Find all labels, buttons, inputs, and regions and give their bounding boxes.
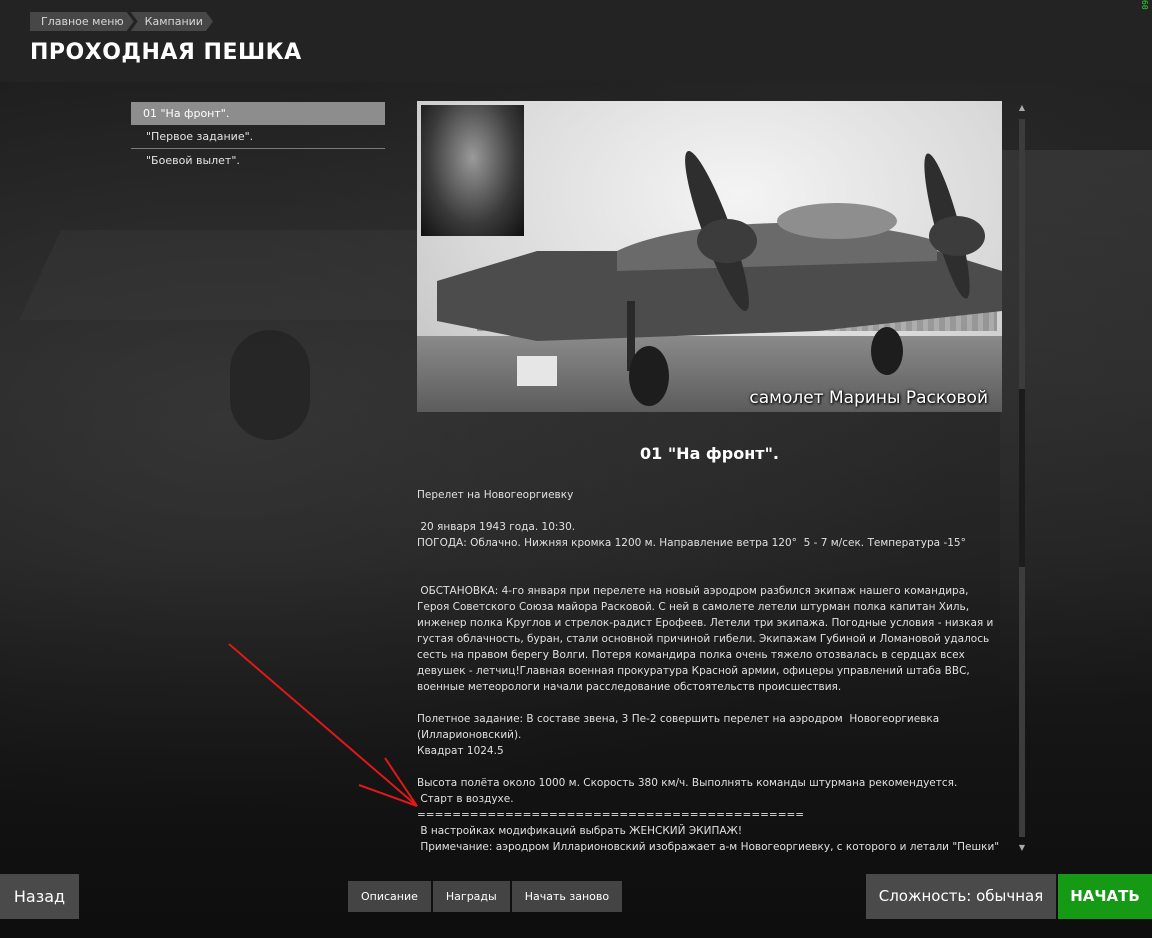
breadcrumb-main-menu[interactable]: Главное меню — [30, 12, 134, 31]
mission-item-3[interactable]: "Боевой вылет". — [131, 149, 385, 172]
breadcrumb-campaigns[interactable]: Кампании — [131, 12, 213, 31]
difficulty-button[interactable]: Сложность: обычная — [866, 874, 1056, 919]
description-paragraph: Перелет на Новогеоргиевку — [417, 489, 574, 501]
description-paragraph: Полетное задание: В составе звена, 3 Пе-… — [417, 713, 940, 757]
mission-description-panel: самолет Марины Расковой 01 "На фронт". П… — [417, 101, 1017, 857]
tab-restart[interactable]: Начать заново — [511, 881, 623, 912]
scroll-thumb[interactable] — [1019, 119, 1025, 389]
description-paragraph: Высота полёта около 1000 м. Скорость 380… — [417, 777, 1000, 853]
mission-description-text: Перелет на Новогеоргиевку 20 января 1943… — [417, 487, 1002, 857]
photo-caption: самолет Марины Расковой — [749, 388, 988, 408]
header-bar: Главное меню Кампании ПРОХОДНАЯ ПЕШКА 60 — [0, 0, 1152, 82]
background-aircraft-wheel — [230, 330, 310, 440]
start-button[interactable]: НАЧАТЬ — [1058, 874, 1152, 919]
scroll-thumb-lower[interactable] — [1019, 567, 1025, 837]
description-paragraph: ОБСТАНОВКА: 4-го января при перелете на … — [417, 585, 997, 693]
page-title: ПРОХОДНАЯ ПЕШКА — [30, 40, 302, 65]
tab-rewards[interactable]: Награды — [432, 881, 510, 912]
description-scrollbar[interactable]: ▲ ▼ — [1016, 101, 1028, 857]
bottom-tabs: Описание Награды Начать заново — [348, 881, 624, 912]
fps-counter: 60 — [1140, 0, 1149, 10]
description-paragraph: 20 января 1943 года. 10:30. ПОГОДА: Обла… — [417, 521, 966, 549]
back-button[interactable]: Назад — [0, 874, 79, 919]
mission-item-1[interactable]: 01 "На фронт". — [131, 102, 385, 125]
scroll-down-icon[interactable]: ▼ — [1016, 843, 1028, 853]
scroll-up-icon[interactable]: ▲ — [1016, 103, 1028, 113]
mission-photo: самолет Марины Расковой — [417, 101, 1002, 412]
mission-list: 01 "На фронт". "Первое задание". "Боевой… — [131, 102, 385, 172]
breadcrumb: Главное меню Кампании — [30, 12, 215, 31]
mission-item-2[interactable]: "Первое задание". — [131, 125, 385, 149]
mission-heading: 01 "На фронт". — [640, 444, 779, 463]
pilot-portrait — [421, 105, 524, 236]
tab-description[interactable]: Описание — [348, 881, 431, 912]
